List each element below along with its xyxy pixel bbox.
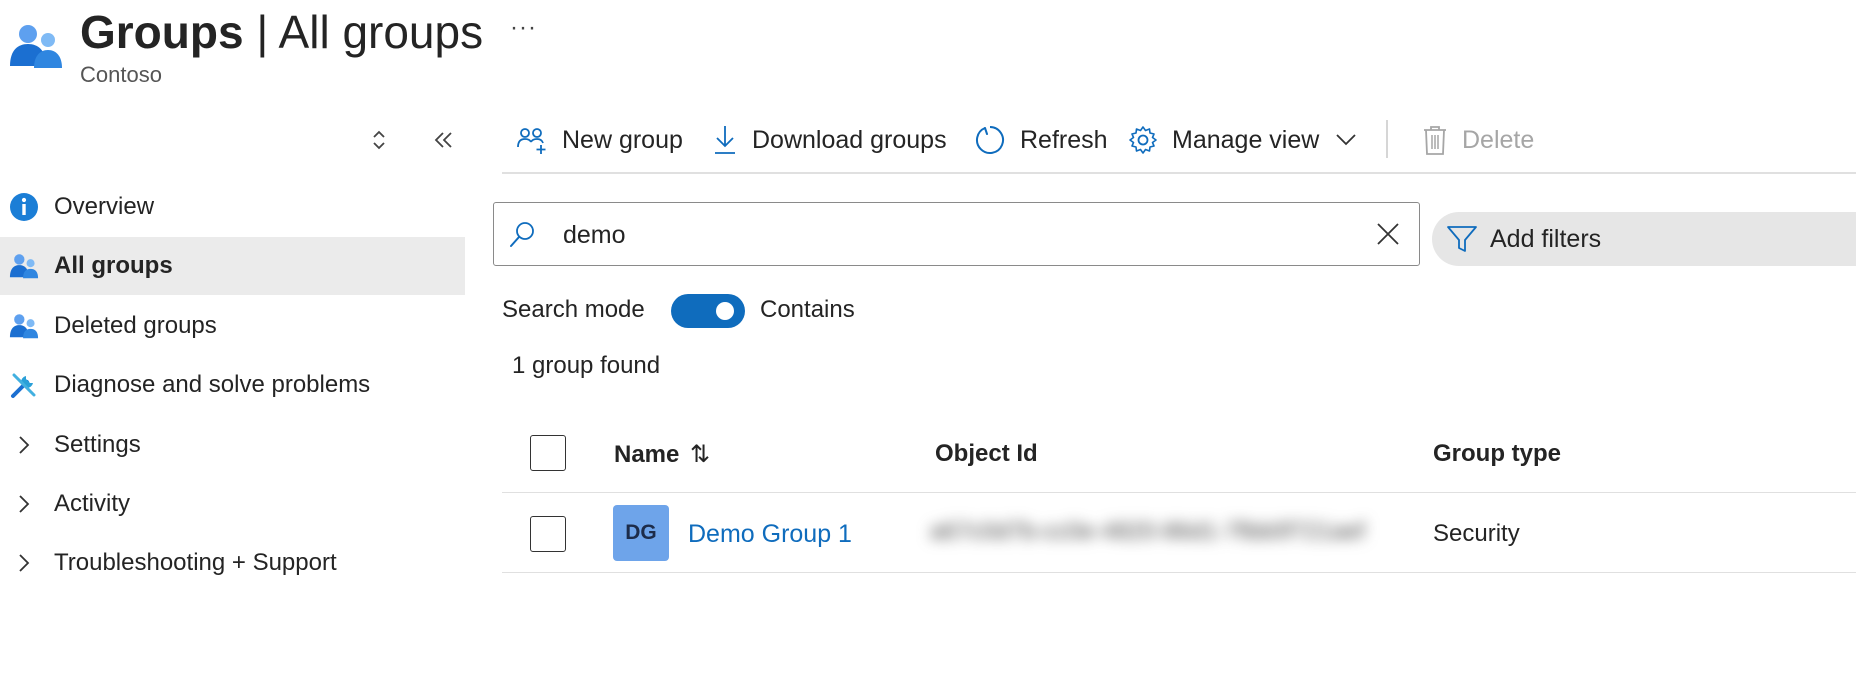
gear-icon: [1128, 125, 1158, 155]
manage-view-label: Manage view: [1172, 125, 1320, 154]
group-name-link[interactable]: Demo Group 1: [688, 520, 852, 549]
divider: [502, 572, 1856, 573]
chevron-down-icon: [1335, 133, 1357, 147]
page-title-sub: All groups: [278, 6, 484, 58]
sidebar-item-settings[interactable]: Settings: [0, 416, 465, 474]
toolbar-divider: [1386, 120, 1388, 158]
sidebar-item-label: All groups: [54, 252, 173, 279]
column-header-name[interactable]: Name ⇅: [614, 440, 710, 469]
add-filter-button[interactable]: Add filters: [1432, 212, 1856, 266]
search-mode-label: Search mode: [502, 296, 645, 323]
chevron-right-icon: [9, 430, 39, 460]
search-input[interactable]: [561, 203, 1345, 267]
download-icon: [712, 124, 738, 156]
sidebar-item-overview[interactable]: Overview: [0, 178, 465, 236]
title-separator: |: [256, 6, 269, 58]
object-id-value: a67c0d7b-cc0e-4820-86d1-7fbb0f721aef: [930, 518, 1366, 545]
column-name-label: Name: [614, 441, 680, 468]
add-group-icon: [516, 125, 548, 155]
refresh-label: Refresh: [1020, 125, 1108, 154]
delete-button[interactable]: Delete: [1422, 110, 1534, 170]
page-title-main: Groups: [80, 6, 244, 58]
groups-icon: [8, 22, 64, 70]
sidebar-item-label: Troubleshooting + Support: [54, 549, 337, 576]
sort-expand-icon[interactable]: [370, 128, 388, 157]
search-box[interactable]: [493, 202, 1420, 267]
groups-icon: [9, 311, 39, 341]
double-chevron-left-icon[interactable]: [432, 128, 454, 157]
page-title: Groups | All groups: [80, 4, 483, 60]
manage-view-button[interactable]: Manage view: [1128, 110, 1357, 170]
wrench-icon: [9, 370, 39, 400]
info-icon: [9, 192, 39, 222]
filter-icon: [1446, 224, 1478, 254]
more-options-button[interactable]: ···: [510, 14, 537, 42]
column-header-object-id[interactable]: Object Id: [935, 440, 1038, 468]
search-icon: [508, 220, 536, 255]
toggle-knob: [716, 302, 734, 320]
sidebar-item-activity[interactable]: Activity: [0, 475, 465, 533]
chevron-right-icon: [9, 548, 39, 578]
chevron-right-icon: [9, 489, 39, 519]
sidebar-item-diagnose[interactable]: Diagnose and solve problems: [0, 356, 465, 414]
close-icon[interactable]: [1375, 221, 1401, 252]
row-checkbox[interactable]: [530, 516, 566, 552]
refresh-button[interactable]: Refresh: [974, 110, 1108, 170]
trash-icon: [1422, 124, 1448, 156]
result-count: 1 group found: [512, 352, 661, 379]
sidebar-item-label: Diagnose and solve problems: [54, 371, 371, 398]
command-bar: New group Download groups Refresh Manage…: [502, 110, 1856, 174]
sidebar-item-label: Activity: [54, 490, 131, 517]
sidebar-item-all-groups[interactable]: All groups: [0, 237, 465, 295]
add-filter-label: Add filters: [1490, 224, 1602, 253]
new-group-button[interactable]: New group: [516, 110, 683, 170]
refresh-icon: [974, 124, 1006, 156]
group-type-value: Security: [1433, 520, 1520, 547]
search-mode-toggle[interactable]: [671, 294, 745, 328]
select-all-checkbox[interactable]: [530, 435, 566, 471]
tenant-name: Contoso: [80, 62, 162, 87]
groups-icon: [9, 251, 39, 281]
avatar: DG: [613, 505, 669, 561]
sidebar-item-label: Settings: [54, 431, 141, 458]
new-group-label: New group: [562, 125, 683, 154]
sidebar-item-label: Overview: [54, 193, 155, 220]
download-groups-button[interactable]: Download groups: [712, 110, 947, 170]
sidebar-item-deleted-groups[interactable]: Deleted groups: [0, 297, 465, 355]
sidebar-item-label: Deleted groups: [54, 312, 217, 339]
sort-icon[interactable]: ⇅: [690, 441, 710, 468]
column-header-group-type[interactable]: Group type: [1433, 440, 1561, 468]
sidebar-item-troubleshooting[interactable]: Troubleshooting + Support: [0, 534, 465, 592]
search-mode-value: Contains: [760, 296, 855, 323]
download-groups-label: Download groups: [752, 125, 947, 154]
delete-label: Delete: [1462, 125, 1535, 154]
divider: [502, 492, 1856, 493]
